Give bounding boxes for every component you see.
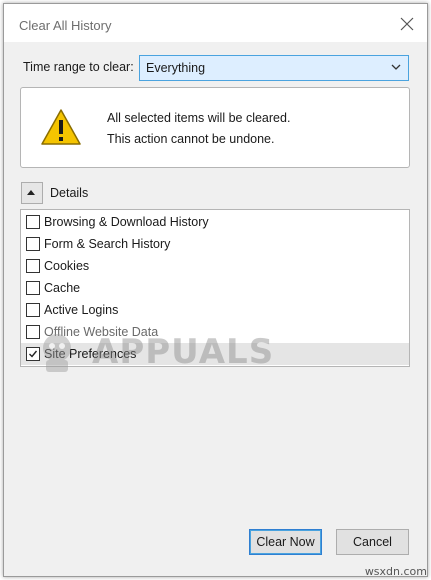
list-item-label: Browsing & Download History (44, 215, 209, 229)
chevron-up-icon (27, 190, 35, 195)
details-collapse-button[interactable] (21, 182, 43, 204)
list-item[interactable]: Site Preferences (21, 343, 409, 365)
list-item[interactable]: Cookies (21, 255, 409, 277)
time-range-value: Everything (146, 61, 206, 75)
title-bar: Clear All History (4, 4, 427, 42)
list-item-label: Cache (44, 281, 81, 295)
list-item[interactable]: Active Logins (21, 299, 409, 321)
checkbox[interactable] (26, 237, 40, 251)
list-item-label: Form & Search History (44, 237, 171, 251)
source-watermark: wsxdn.com (364, 565, 427, 578)
list-item-label: Active Logins (44, 303, 119, 317)
list-item-label: Cookies (44, 259, 90, 273)
warning-icon (41, 109, 81, 145)
warning-panel: All selected items will be cleared. This… (20, 87, 410, 168)
time-range-row: Time range to clear: Everything (21, 55, 410, 81)
cancel-button[interactable]: Cancel (336, 529, 409, 555)
checkbox[interactable] (26, 303, 40, 317)
checkmark-icon (29, 350, 38, 358)
list-item-label: Offline Website Data (44, 325, 159, 339)
chevron-down-icon (391, 64, 401, 70)
list-item-label: Site Preferences (44, 347, 137, 361)
clear-now-button[interactable]: Clear Now (249, 529, 322, 555)
details-label[interactable]: Details (50, 186, 88, 200)
close-icon[interactable] (399, 16, 415, 32)
list-item[interactable]: Offline Website Data (21, 321, 409, 343)
time-range-dropdown[interactable]: Everything (139, 55, 409, 81)
checkbox[interactable] (26, 347, 40, 361)
warning-text-cleared: All selected items will be cleared. (107, 111, 291, 125)
checkbox[interactable] (26, 259, 40, 273)
list-item[interactable]: Browsing & Download History (21, 211, 409, 233)
clear-history-dialog: Clear All History Time range to clear: E… (3, 3, 428, 577)
warning-text-undo: This action cannot be undone. (107, 132, 275, 146)
window-title: Clear All History (19, 18, 112, 33)
time-range-label: Time range to clear: (23, 60, 134, 74)
checkbox[interactable] (26, 325, 40, 339)
list-item[interactable]: Cache (21, 277, 409, 299)
history-items-list: Browsing & Download History Form & Search… (20, 209, 410, 367)
checkbox[interactable] (26, 281, 40, 295)
checkbox[interactable] (26, 215, 40, 229)
list-item[interactable]: Form & Search History (21, 233, 409, 255)
